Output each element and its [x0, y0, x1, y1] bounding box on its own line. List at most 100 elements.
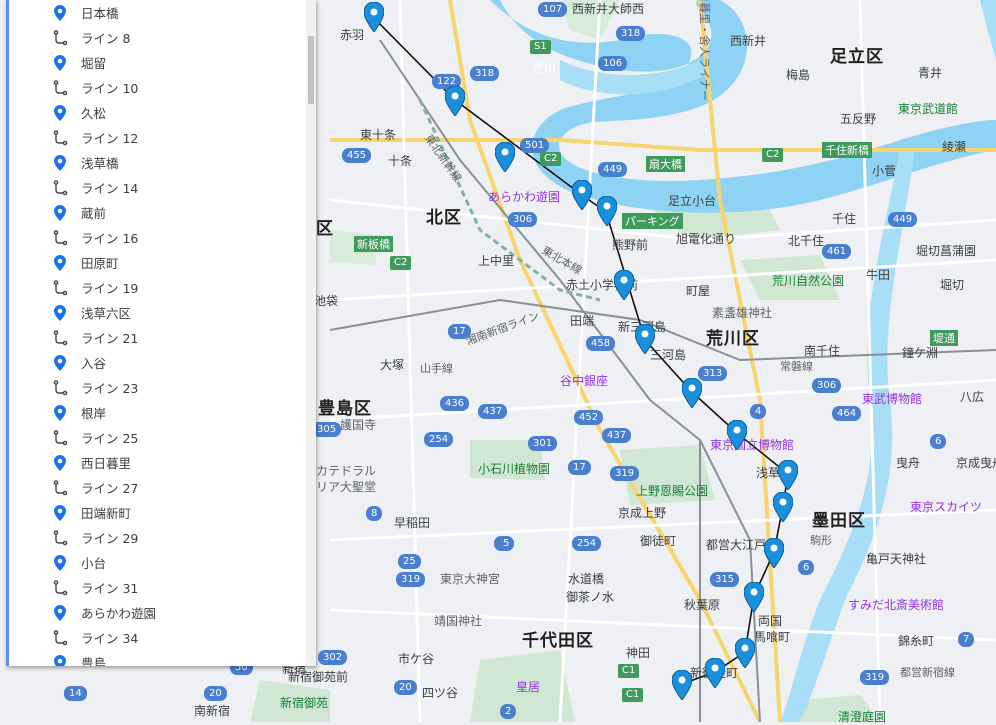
list-item-label: ライン 14: [81, 181, 139, 196]
map-marker-pin[interactable]: [494, 141, 516, 173]
list-item-placemark[interactable]: 豊島: [9, 650, 301, 666]
poi-susanoo[interactable]: 素盞雄神社: [712, 304, 772, 321]
list-item-line[interactable]: ライン 19: [9, 275, 301, 300]
list-item-line[interactable]: ライン 16: [9, 225, 301, 250]
list-item-line[interactable]: ライン 10: [9, 75, 301, 100]
route-shield: 315: [710, 572, 740, 587]
poi-tokyo-national-museum[interactable]: 東京国立博物館: [710, 436, 794, 453]
map-marker-pin[interactable]: [596, 195, 618, 227]
poi-cathedral-2[interactable]: リア大聖堂: [316, 478, 376, 495]
poi-sumida-hokusai[interactable]: すみだ北斎美術館: [848, 596, 944, 613]
map-marker-pin[interactable]: [726, 419, 748, 451]
map-marker-pin[interactable]: [363, 1, 385, 33]
list-item-line[interactable]: ライン 29: [9, 525, 301, 550]
list-item-label: ライン 16: [81, 231, 139, 246]
map-marker-pin[interactable]: [613, 269, 635, 301]
line-path-icon: [51, 479, 69, 497]
list-item-placemark[interactable]: 久松: [9, 100, 301, 125]
list-item-placemark[interactable]: 根岸: [9, 400, 301, 425]
place-yotsuya: 四ツ谷: [422, 686, 459, 700]
list-item-placemark[interactable]: 西日暮里: [9, 450, 301, 475]
route-shield: 4: [750, 404, 767, 419]
list-item-line[interactable]: ライン 23: [9, 375, 301, 400]
list-item-placemark[interactable]: あらかわ遊園: [9, 600, 301, 625]
place-tabata: 田端: [570, 314, 595, 328]
list-item-placemark[interactable]: 浅草橋: [9, 150, 301, 175]
route-shield: C2: [390, 256, 412, 270]
line-path-icon: [51, 79, 69, 97]
placemark-icon: [51, 154, 69, 172]
map-marker-pin[interactable]: [671, 669, 693, 701]
place-kanegafuchi: 鐘ケ淵: [902, 346, 939, 360]
map-marker-pin[interactable]: [634, 323, 656, 355]
list-item-placemark[interactable]: 田端新町: [9, 500, 301, 525]
route-shield: 107: [538, 2, 568, 17]
list-item-placemark[interactable]: 田原町: [9, 250, 301, 275]
poi-yanaka-ginza[interactable]: 谷中銀座: [560, 372, 608, 389]
panel-scrollbar[interactable]: [306, 0, 316, 666]
list-item-label: 蔵前: [81, 206, 107, 221]
place-gotanno: 五反野: [840, 112, 877, 126]
poi-tobu-museum[interactable]: 東武博物館: [862, 390, 922, 407]
route-shield: 449: [598, 162, 628, 177]
place-ryogoku: 両国: [758, 614, 783, 628]
place-ichigaya: 市ケ谷: [398, 652, 435, 666]
river-label-arakawa: 荒川: [532, 62, 557, 76]
map-marker-pin[interactable]: [734, 637, 756, 669]
list-item-line[interactable]: ライン 34: [9, 625, 301, 650]
map-marker-pin[interactable]: [743, 581, 765, 613]
poi-koishikawa[interactable]: 小石川植物園: [478, 460, 550, 477]
map-marker-pin[interactable]: [571, 179, 593, 211]
list-item-line[interactable]: ライン 21: [9, 325, 301, 350]
poi-cathedral[interactable]: カテドラル: [316, 462, 376, 479]
place-yahiro: 八広: [960, 390, 985, 404]
poi-gokokuji[interactable]: 護国寺: [340, 416, 376, 433]
poi-arakawa-yuen[interactable]: あらかわ遊園: [488, 188, 560, 205]
route-shield: 501: [520, 138, 550, 153]
place-kameido: 亀戸天神社: [866, 552, 927, 566]
route-shield: 17: [448, 324, 471, 339]
map-marker-pin[interactable]: [681, 377, 703, 409]
poi-kokyo[interactable]: 皇居: [516, 678, 540, 695]
poi-tokyo-budokan[interactable]: 東京武道館: [898, 100, 958, 117]
poi-parking[interactable]: パーキング: [622, 213, 683, 229]
ward-label-sumida: 墨田区: [812, 511, 866, 531]
list-item-line[interactable]: ライン 14: [9, 175, 301, 200]
list-item-line[interactable]: ライン 25: [9, 425, 301, 450]
list-item-label: 西日暮里: [81, 456, 132, 471]
placemark-icon: [51, 4, 69, 22]
list-item-label: ライン 29: [81, 531, 139, 546]
poi-arakawa-shizen[interactable]: 荒川自然公園: [772, 272, 844, 289]
map-marker-pin[interactable]: [763, 537, 785, 569]
list-item-placemark[interactable]: 蔵前: [9, 200, 301, 225]
list-item-label: 根岸: [81, 406, 107, 421]
map-marker-pin[interactable]: [444, 85, 466, 117]
list-item-placemark[interactable]: 堀留: [9, 50, 301, 75]
poi-kiyosumi[interactable]: 清澄庭園: [838, 708, 886, 725]
list-item-line[interactable]: ライン 8: [9, 25, 301, 50]
list-item-line[interactable]: ライン 31: [9, 575, 301, 600]
map-marker-pin[interactable]: [772, 491, 794, 523]
route-shield: 301: [528, 436, 558, 451]
poi-tokyo-skytree[interactable]: 東京スカイツ: [910, 498, 982, 515]
place-toei-oedo: 都営大江戸: [706, 538, 767, 552]
poi-shinjuku-gyoen[interactable]: 新宿御苑: [280, 694, 328, 711]
map-marker-pin[interactable]: [777, 459, 799, 491]
map-marker-pin[interactable]: [704, 657, 726, 689]
list-item-placemark[interactable]: 日本橋: [9, 0, 301, 25]
layer-list-panel[interactable]: 日本橋 ライン 8 堀留 ライン 10 久松 ライン 12 浅草橋ライン 14 蔵前ライン 1…: [6, 0, 316, 666]
route-shield: 452: [574, 410, 604, 425]
feature-list: 日本橋 ライン 8 堀留 ライン 10 久松 ライン 12 浅草橋ライン 14 蔵前ライン 1…: [9, 0, 301, 666]
route-shield: 5: [498, 536, 515, 551]
route-shield: 20: [394, 680, 417, 695]
list-item-line[interactable]: ライン 12: [9, 125, 301, 150]
poi-tokyo-daijingu[interactable]: 東京大神宮: [440, 570, 500, 587]
list-item-placemark[interactable]: 入谷: [9, 350, 301, 375]
list-item-line[interactable]: ライン 27: [9, 475, 301, 500]
panel-scrollbar-thumb[interactable]: [308, 36, 314, 104]
poi-ueno-park[interactable]: 上野恩賜公園: [636, 482, 708, 499]
placemark-icon: [51, 104, 69, 122]
list-item-placemark[interactable]: 浅草六区: [9, 300, 301, 325]
list-item-placemark[interactable]: 小台: [9, 550, 301, 575]
poi-yasukuni[interactable]: 靖国神社: [434, 612, 482, 629]
